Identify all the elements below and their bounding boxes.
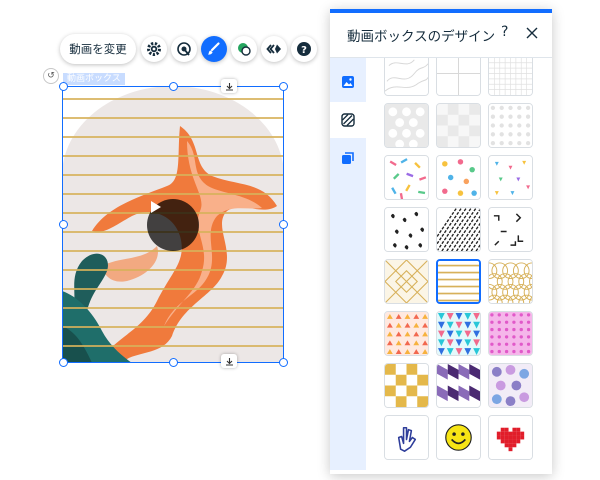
pattern-tile-gold-scales[interactable] — [488, 259, 533, 304]
pattern-icon — [341, 113, 355, 127]
pattern-tile-ink-brush[interactable] — [384, 207, 429, 252]
white-checks-swatch — [437, 104, 480, 147]
change-video-button[interactable]: 動画を変更 — [60, 34, 136, 64]
purple-chevron-swatch — [437, 364, 480, 407]
mask-icon — [238, 43, 251, 56]
help-link[interactable]: ? — [501, 24, 508, 40]
pattern-tile-pink-dots[interactable] — [488, 311, 533, 356]
fine-grid-swatch — [489, 58, 532, 95]
download-arrow-icon — [225, 82, 233, 91]
component-label: 動画ボックス — [63, 73, 125, 85]
pattern-tile-coral-triangles[interactable] — [384, 311, 429, 356]
big-grid-swatch — [437, 58, 480, 95]
grey-dots-swatch — [489, 104, 532, 147]
settings-icon — [147, 42, 161, 56]
hand-sign-sticker-swatch — [385, 416, 428, 459]
resize-handle-top[interactable] — [169, 82, 178, 91]
confetti-triangles-swatch — [489, 156, 532, 199]
gold-deco-swatch — [385, 260, 428, 303]
panel-header: 動画ボックスのデザイン ? — [330, 13, 552, 58]
play-icon — [151, 201, 161, 213]
pattern-tile-gold-stripes[interactable] — [436, 259, 481, 304]
animation-button[interactable] — [171, 36, 197, 62]
layers-icon — [342, 152, 354, 164]
panel-title: 動画ボックスのデザイン — [347, 29, 496, 45]
resize-handle-left[interactable] — [59, 220, 68, 229]
pattern-tile-smiley-sticker[interactable] — [436, 415, 481, 460]
pattern-tile-gold-checker[interactable] — [384, 363, 429, 408]
pattern-tile-fine-grid[interactable] — [488, 58, 533, 96]
ink-brush-swatch — [385, 208, 428, 251]
pixel-heart-sticker-swatch — [489, 416, 532, 459]
pattern-tile-confetti-dots[interactable] — [436, 155, 481, 200]
help-button[interactable]: ? — [291, 36, 317, 62]
purple-bubbles-swatch — [489, 364, 532, 407]
gold-scales-swatch — [489, 260, 532, 303]
tab-pattern[interactable] — [330, 102, 366, 138]
gold-stripes-swatch — [438, 261, 479, 302]
squiggles-swatch — [489, 208, 532, 251]
pattern-tile-gold-deco[interactable] — [384, 259, 429, 304]
panel-side-tabs — [330, 58, 366, 470]
pattern-grid — [366, 58, 552, 470]
pattern-tile-grey-dots[interactable] — [488, 103, 533, 148]
cyan-triangles-swatch — [437, 312, 480, 355]
pattern-tile-hand-sign-sticker[interactable] — [384, 415, 429, 460]
pattern-tile-purple-bubbles[interactable] — [488, 363, 533, 408]
resize-handle-right[interactable] — [279, 220, 288, 229]
resize-handle-bottom-right[interactable] — [279, 358, 288, 367]
confetti-sticks-swatch — [385, 156, 428, 199]
gold-checker-swatch — [385, 364, 428, 407]
pattern-tile-confetti-sticks[interactable] — [384, 155, 429, 200]
tab-layers[interactable] — [330, 140, 366, 176]
close-icon[interactable] — [526, 27, 538, 39]
rotate-icon: ↺ — [47, 71, 55, 81]
navigate-icon — [266, 44, 281, 54]
confetti-dots-swatch — [437, 156, 480, 199]
diagonal-hatch-swatch — [437, 208, 480, 251]
pattern-tile-squiggles[interactable] — [488, 207, 533, 252]
image-icon — [342, 76, 354, 88]
design-panel: 動画ボックスのデザイン ? — [330, 9, 552, 474]
navigate-button[interactable] — [261, 36, 287, 62]
resize-handle-bottom[interactable] — [169, 358, 178, 367]
pattern-tile-pixel-heart-sticker[interactable] — [488, 415, 533, 460]
download-arrow-icon — [225, 357, 233, 366]
settings-button[interactable] — [141, 36, 167, 62]
pattern-tile-white-dots[interactable] — [384, 103, 429, 148]
topo-lines-swatch — [385, 58, 428, 95]
pattern-tile-diagonal-hatch[interactable] — [436, 207, 481, 252]
smiley-sticker-swatch — [437, 416, 480, 459]
video-box[interactable] — [62, 86, 284, 363]
resize-handle-top-right[interactable] — [279, 82, 288, 91]
pattern-tile-confetti-triangles[interactable] — [488, 155, 533, 200]
pattern-tile-big-grid[interactable] — [436, 58, 481, 96]
white-dots-swatch — [385, 104, 428, 147]
design-button[interactable] — [201, 36, 227, 62]
pattern-tile-topo-lines[interactable] — [384, 58, 429, 96]
play-button[interactable] — [147, 199, 199, 251]
design-brush-icon — [208, 42, 220, 55]
pattern-tile-cyan-triangles[interactable] — [436, 311, 481, 356]
resize-handle-top-left[interactable] — [59, 82, 68, 91]
pink-dots-swatch — [489, 312, 532, 355]
svg-text:?: ? — [301, 45, 307, 56]
coral-triangles-swatch — [385, 312, 428, 355]
animation-icon — [177, 42, 191, 56]
stretch-top-handle[interactable] — [221, 79, 237, 93]
mask-button[interactable] — [231, 36, 257, 62]
help-icon: ? — [297, 42, 311, 56]
rotate-handle[interactable]: ↺ — [43, 68, 59, 84]
stretch-bottom-handle[interactable] — [221, 354, 237, 368]
pattern-tile-purple-chevron[interactable] — [436, 363, 481, 408]
pattern-tile-white-checks[interactable] — [436, 103, 481, 148]
tab-image[interactable] — [330, 64, 366, 100]
resize-handle-bottom-left[interactable] — [59, 358, 68, 367]
